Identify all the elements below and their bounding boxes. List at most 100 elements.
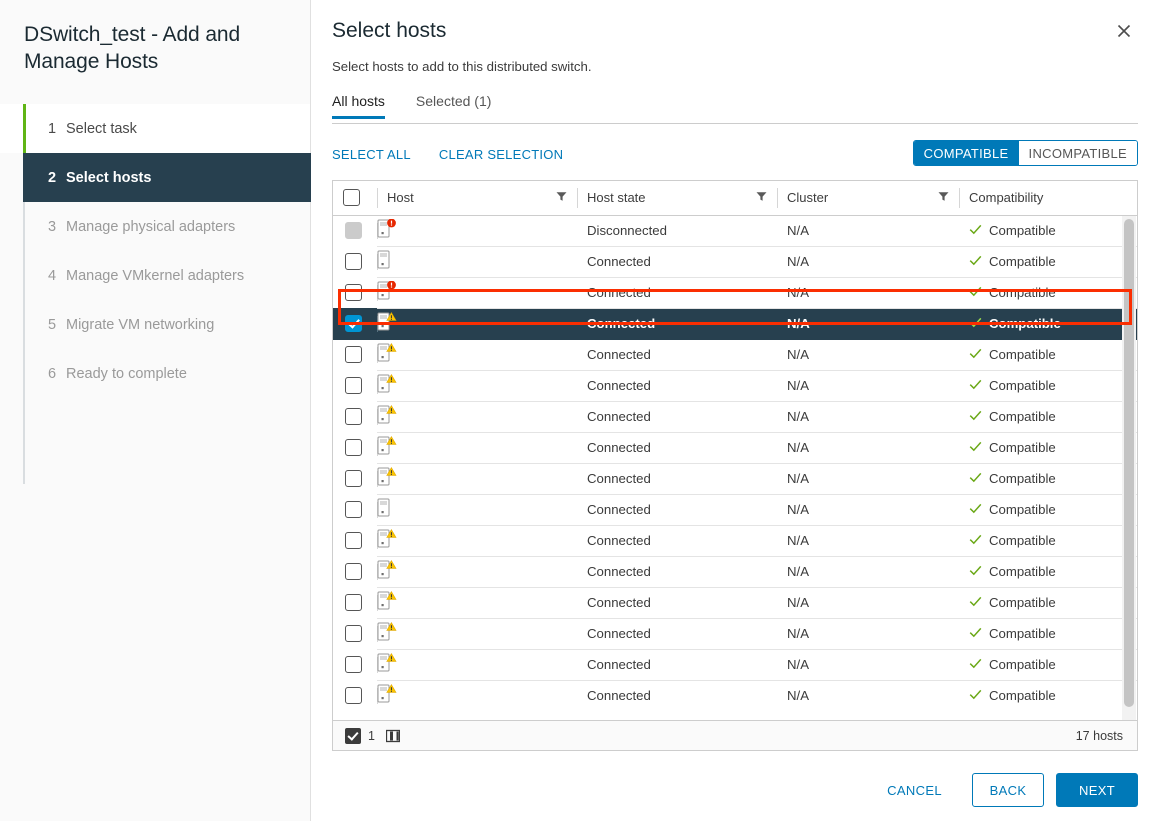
header-select-all-cell [333,181,377,215]
clear-selection-link[interactable]: CLEAR SELECTION [439,147,563,162]
close-icon[interactable] [1110,17,1138,45]
row-checkbox-cell [333,587,377,618]
cell-host-state: Connected [577,277,777,308]
row-checkbox-cell [333,401,377,432]
compatibility-label: Compatible [989,347,1056,362]
step-number: 5 [48,317,66,333]
table-actions: SELECT ALL CLEAR SELECTION COMPATIBLE IN… [332,142,1138,166]
row-checkbox[interactable] [345,315,362,332]
table-row[interactable]: ConnectedN/ACompatible [333,618,1137,649]
toggle-incompatible[interactable]: INCOMPATIBLE [1019,141,1137,165]
wizard-step-ready-to-complete[interactable]: 6 Ready to complete [0,349,310,398]
wizard-title: DSwitch_test - Add and Manage Hosts [0,0,310,75]
table-row[interactable]: ConnectedN/ACompatible [333,401,1137,432]
host-warning-icon [377,529,394,549]
select-all-link[interactable]: SELECT ALL [332,147,411,162]
table-row[interactable]: ConnectedN/ACompatible [333,525,1137,556]
cell-cluster: N/A [777,215,959,246]
row-checkbox[interactable] [345,563,362,580]
table-row[interactable]: ConnectedN/ACompatible [333,339,1137,370]
cell-host-state: Connected [577,649,777,680]
scrollbar-thumb[interactable] [1124,219,1134,707]
table-header-row: Host Host state [333,181,1137,215]
wizard-step-select-task[interactable]: 1 Select task [0,104,310,153]
row-checkbox[interactable] [345,656,362,673]
table-row[interactable]: ConnectedN/ACompatible [333,432,1137,463]
cell-compatibility: Compatible [959,432,1137,463]
cell-host [377,587,577,618]
wizard-step-manage-vmkernel-adapters[interactable]: 4 Manage VMkernel adapters [0,251,310,300]
back-button[interactable]: BACK [972,773,1044,807]
host-warning-icon [377,405,394,425]
table-row[interactable]: DisconnectedN/ACompatible [333,215,1137,246]
table-row[interactable]: ConnectedN/ACompatible [333,308,1137,339]
footer-selected-checkbox[interactable] [345,728,361,744]
row-checkbox[interactable] [345,408,362,425]
cell-compatibility: Compatible [959,525,1137,556]
row-checkbox[interactable] [345,253,362,270]
table-row[interactable]: ConnectedN/ACompatible [333,680,1137,711]
compatibility-label: Compatible [989,254,1056,269]
row-checkbox-cell [333,339,377,370]
check-icon [969,502,982,517]
cell-cluster: N/A [777,525,959,556]
table-row[interactable]: ConnectedN/ACompatible [333,494,1137,525]
tab-all-hosts[interactable]: All hosts [332,93,385,118]
table-row[interactable]: ConnectedN/ACompatible [333,370,1137,401]
cell-host-state: Connected [577,401,777,432]
row-checkbox[interactable] [345,532,362,549]
cell-host-state: Connected [577,618,777,649]
row-checkbox[interactable] [345,501,362,518]
row-checkbox[interactable] [345,377,362,394]
host-icon [377,250,394,270]
table-row[interactable]: ConnectedN/ACompatible [333,587,1137,618]
next-button[interactable]: NEXT [1056,773,1138,807]
wizard-step-migrate-vm-networking[interactable]: 5 Migrate VM networking [0,300,310,349]
table-row[interactable]: ConnectedN/ACompatible [333,649,1137,680]
page-title: Select hosts [332,17,1138,45]
row-checkbox[interactable] [345,284,362,301]
row-checkbox-cell [333,494,377,525]
filter-icon[interactable] [556,190,567,205]
row-checkbox-cell [333,463,377,494]
cell-host [377,339,577,370]
hosts-table: Host Host state [333,181,1137,711]
table-row[interactable]: ConnectedN/ACompatible [333,556,1137,587]
row-checkbox[interactable] [345,346,362,363]
cell-compatibility: Compatible [959,308,1137,339]
check-icon [969,533,982,548]
cell-host [377,370,577,401]
table-row[interactable]: ConnectedN/ACompatible [333,246,1137,277]
columns-layout-icon[interactable] [386,729,400,743]
step-number: 2 [48,170,66,186]
cell-cluster: N/A [777,401,959,432]
hosts-table-scroll: Host Host state [333,181,1137,720]
cell-compatibility: Compatible [959,370,1137,401]
row-checkbox[interactable] [345,439,362,456]
tab-selected-hosts[interactable]: Selected (1) [416,93,491,118]
check-icon [969,409,982,424]
cell-host-state: Connected [577,339,777,370]
row-checkbox[interactable] [345,687,362,704]
row-checkbox[interactable] [345,594,362,611]
wizard-step-select-hosts[interactable]: 2 Select hosts [23,153,311,202]
toggle-compatible[interactable]: COMPATIBLE [914,141,1019,165]
cancel-button[interactable]: CANCEL [873,773,956,807]
cell-host [377,308,577,339]
cell-cluster: N/A [777,246,959,277]
wizard-step-manage-physical-adapters[interactable]: 3 Manage physical adapters [0,202,310,251]
table-row[interactable]: ConnectedN/ACompatible [333,463,1137,494]
row-checkbox[interactable] [345,625,362,642]
table-header: Host Host state [333,181,1137,215]
cell-host [377,556,577,587]
select-all-checkbox[interactable] [343,189,360,206]
table-row[interactable]: ConnectedN/A Compatible [333,277,1137,308]
table-vertical-scrollbar[interactable] [1122,216,1136,749]
filter-icon[interactable] [756,190,767,205]
check-icon [969,688,982,703]
compatibility-label: Compatible [989,285,1056,300]
filter-icon[interactable] [938,190,949,205]
row-checkbox[interactable] [345,470,362,487]
cell-cluster: N/A [777,277,959,308]
cell-host-state: Connected [577,463,777,494]
